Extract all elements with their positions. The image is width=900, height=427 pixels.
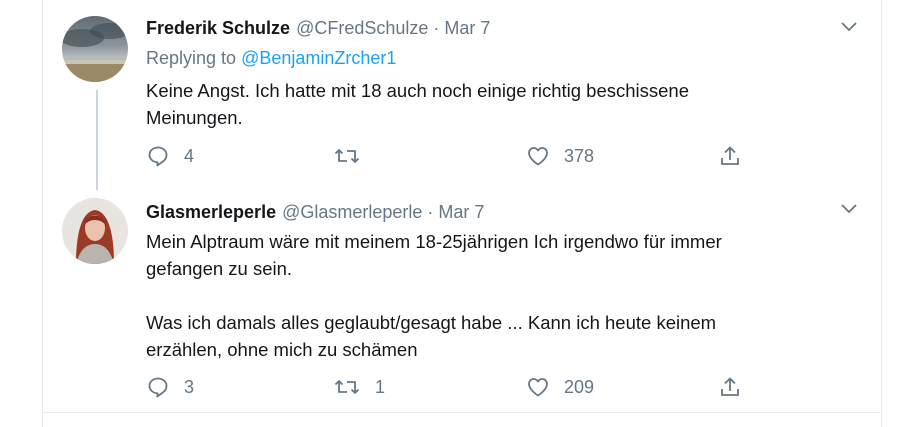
reply-prefix: Replying to	[146, 48, 237, 68]
avatar[interactable]	[62, 16, 128, 82]
retweet-icon	[333, 144, 361, 168]
separator: ·	[427, 202, 434, 222]
like-button[interactable]: 209	[526, 373, 594, 401]
tweet-text: Keine Angst. Ich hatte mit 18 auch noch …	[146, 80, 690, 128]
tweet-actions: 3 1 209	[146, 373, 786, 401]
retweet-button[interactable]	[333, 142, 375, 170]
divider	[42, 412, 880, 413]
reply-count: 3	[184, 376, 195, 397]
retweet-button[interactable]: 1	[333, 373, 385, 401]
user-handle[interactable]: @CFredSchulze	[296, 18, 428, 39]
share-icon	[718, 144, 742, 168]
chevron-down-icon[interactable]	[840, 200, 858, 218]
display-name[interactable]: Frederik Schulze	[146, 18, 290, 39]
tweet-header: Frederik Schulze @CFredSchulze · Mar 7	[146, 18, 490, 39]
avatar[interactable]	[62, 198, 128, 264]
like-count: 378	[564, 145, 595, 166]
reply-icon	[146, 144, 170, 168]
tweet[interactable]: Glasmerleperle @Glasmerleperle · Mar 7 M…	[42, 190, 880, 412]
like-icon	[526, 144, 550, 168]
reply-button[interactable]: 4	[146, 142, 194, 170]
share-button[interactable]	[718, 142, 742, 170]
tweet-header: Glasmerleperle @Glasmerleperle · Mar 7	[146, 202, 484, 223]
like-button[interactable]: 378	[526, 142, 594, 170]
tweet-actions: 4 378	[146, 142, 786, 170]
reply-button[interactable]: 3	[146, 373, 194, 401]
retweet-icon	[333, 375, 361, 399]
reply-handle-link[interactable]: @BenjaminZrcher1	[241, 48, 396, 68]
separator: ·	[433, 18, 440, 38]
chevron-down-icon[interactable]	[840, 18, 858, 36]
tweet-text: Mein Alptraum wäre mit meinem 18-25jähri…	[146, 231, 722, 360]
tweet[interactable]: Frederik Schulze @CFredSchulze · Mar 7 R…	[42, 0, 880, 190]
like-icon	[526, 375, 550, 399]
display-name[interactable]: Glasmerleperle	[146, 202, 276, 223]
retweet-count: 1	[375, 376, 386, 397]
like-count: 209	[564, 376, 595, 397]
reply-icon	[146, 375, 170, 399]
tweet-date[interactable]: Mar 7	[444, 18, 490, 39]
share-icon	[718, 375, 742, 399]
replying-to: Replying to @BenjaminZrcher1	[146, 48, 396, 69]
share-button[interactable]	[718, 373, 742, 401]
reply-count: 4	[184, 145, 195, 166]
user-handle[interactable]: @Glasmerleperle	[282, 202, 422, 223]
tweet-date[interactable]: Mar 7	[438, 202, 484, 223]
